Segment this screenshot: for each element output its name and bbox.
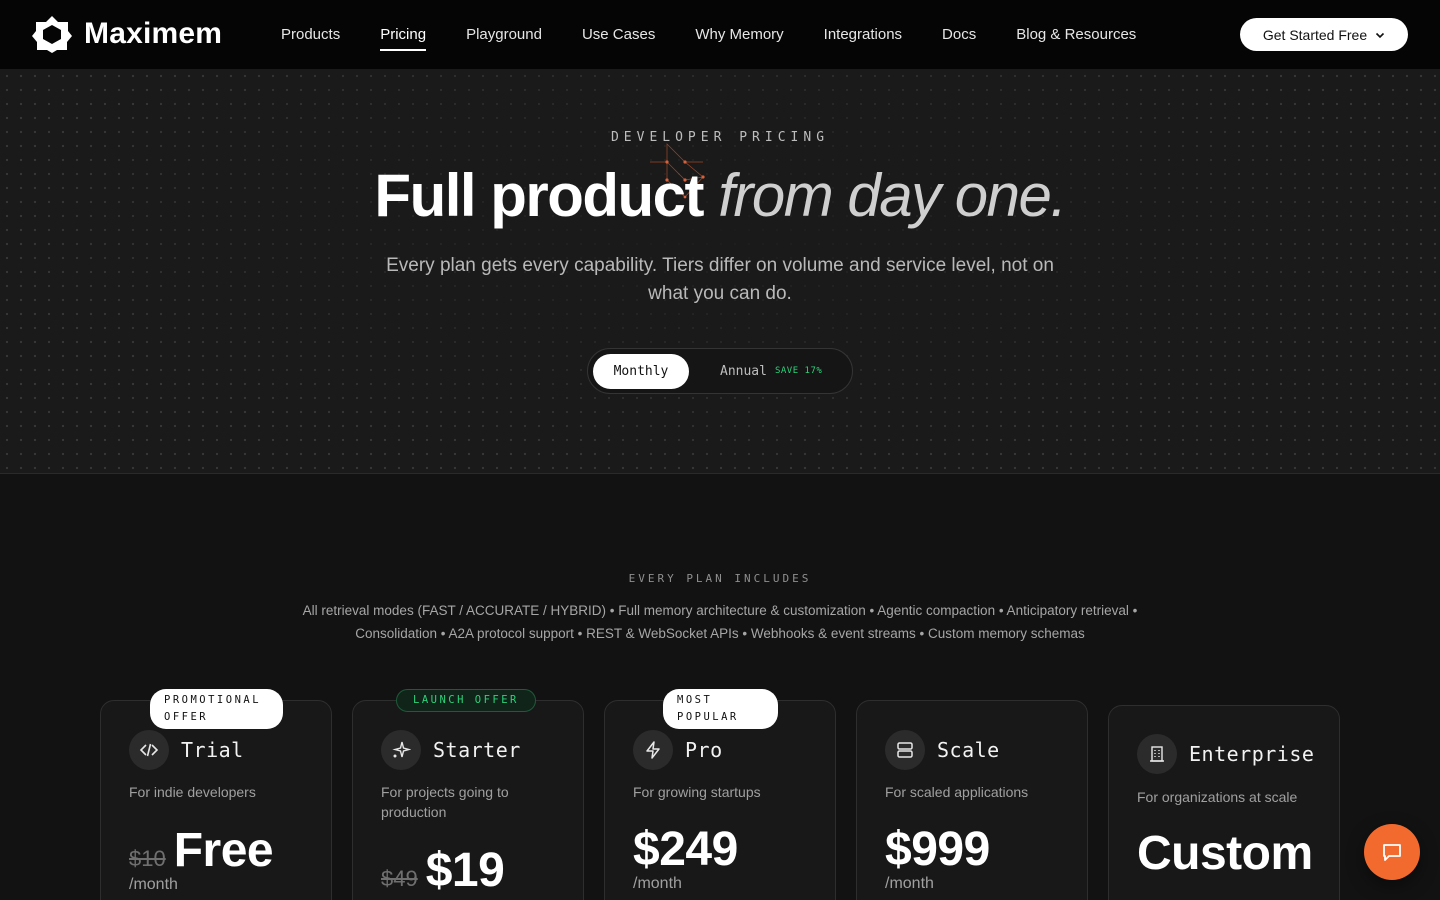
nav-link-pricing[interactable]: Pricing <box>380 0 426 69</box>
nav-link-use-cases[interactable]: Use Cases <box>582 0 655 69</box>
plan-name: Enterprise <box>1189 742 1315 766</box>
plan-desc: For projects going to production <box>381 784 509 820</box>
plan-icon-wrap <box>633 730 673 770</box>
code-icon <box>139 743 159 757</box>
price: $249 <box>633 823 738 876</box>
price: Free <box>173 824 274 877</box>
price: Custom <box>1137 827 1313 880</box>
price-period: /month <box>633 875 682 892</box>
top-nav: Maximem Products Pricing Playground Use … <box>0 0 1440 69</box>
brand-logo[interactable]: Maximem <box>32 15 222 53</box>
bolt-icon <box>646 741 660 759</box>
toggle-monthly[interactable]: Monthly <box>593 354 689 389</box>
nav-link-docs[interactable]: Docs <box>942 0 976 69</box>
plan-badge: LAUNCH OFFER <box>396 689 536 712</box>
plan-name: Starter <box>433 738 521 762</box>
chat-button[interactable] <box>1364 824 1420 880</box>
plan-icon-wrap <box>129 730 169 770</box>
nav-link-playground[interactable]: Playground <box>466 0 542 69</box>
nav-link-blog-resources[interactable]: Blog & Resources <box>1016 0 1136 69</box>
chat-bubble-icon <box>1383 844 1401 861</box>
billing-toggle: Monthly Annual SAVE 17% <box>587 348 853 394</box>
get-started-button[interactable]: Get Started Free <box>1240 18 1408 51</box>
plan-name: Pro <box>685 738 723 762</box>
plan-name: Scale <box>937 738 1000 762</box>
nav-link-products[interactable]: Products <box>281 0 340 69</box>
building-icon <box>1150 746 1164 762</box>
sparkle-icon <box>392 741 411 758</box>
plan-name: Trial <box>181 738 244 762</box>
nav-link-why-memory[interactable]: Why Memory <box>695 0 783 69</box>
plan-head: Enterprise <box>1137 734 1314 774</box>
plan-head: Scale <box>885 730 1000 770</box>
plan-icon-wrap <box>1137 734 1177 774</box>
plan-card-starter[interactable]: LAUNCH OFFER Starter For projects going … <box>352 689 584 900</box>
plan-card-scale[interactable]: Scale For scaled applications $999 /mont… <box>856 700 1088 900</box>
plan-badge: MOST POPULAR <box>663 689 778 729</box>
old-price: $10 <box>129 846 166 871</box>
price: $19 <box>425 844 505 897</box>
hero-section: DEVELOPER PRICING Full product from day … <box>0 69 1440 474</box>
hero-eyebrow: DEVELOPER PRICING <box>610 130 830 145</box>
plan-icon-wrap <box>885 730 925 770</box>
plan-desc: For indie developers <box>129 784 256 800</box>
plan-badge: PROMOTIONAL OFFER <box>150 689 283 729</box>
headline-bold: Full product <box>374 162 704 229</box>
price-period: /month <box>885 875 934 892</box>
server-icon <box>897 742 913 758</box>
price-period: /month <box>129 876 178 893</box>
price-row: $999 <box>885 822 990 877</box>
plan-card-enterprise[interactable]: Enterprise For organizations at scale Cu… <box>1108 705 1340 900</box>
includes-title: EVERY PLAN INCLUDES <box>628 572 812 585</box>
nav-link-integrations[interactable]: Integrations <box>824 0 902 69</box>
price-row: $49 $19 <box>381 843 505 898</box>
price: $999 <box>885 823 990 876</box>
brand-name: Maximem <box>84 17 223 50</box>
chevron-down-icon <box>1376 32 1385 38</box>
plan-card-trial[interactable]: PROMOTIONAL OFFER Trial For indie develo… <box>100 689 332 900</box>
plan-head: Pro <box>633 730 723 770</box>
plan-head: Starter <box>381 730 521 770</box>
headline-italic: from day one. <box>718 162 1067 229</box>
save-badge: SAVE 17% <box>774 366 823 376</box>
plan-card-pro[interactable]: MOST POPULAR Pro For growing startups $2… <box>604 689 836 900</box>
plan-desc: For organizations at scale <box>1137 789 1298 805</box>
hero-subtext: Every plan gets every capability. Tiers … <box>386 255 1054 304</box>
plan-head: Trial <box>129 730 244 770</box>
price-row: $249 <box>633 822 738 877</box>
plan-icon-wrap <box>381 730 421 770</box>
toggle-annual[interactable]: Annual SAVE 17% <box>720 349 822 393</box>
old-price: $49 <box>381 866 418 891</box>
hero-headline: Full product from day one. <box>0 161 1440 230</box>
includes-text: All retrieval modes (FAST / ACCURATE / H… <box>302 603 1138 641</box>
nav-links: Products Pricing Playground Use Cases Wh… <box>281 0 1176 69</box>
price-row: $10 Free <box>129 823 274 878</box>
plan-desc: For scaled applications <box>885 784 1029 800</box>
price-row: Custom <box>1137 826 1313 881</box>
plan-desc: For growing startups <box>633 784 761 800</box>
get-started-label: Get Started Free <box>1262 26 1368 43</box>
maximem-logo-icon <box>32 16 72 53</box>
toggle-annual-label: Annual <box>720 363 767 379</box>
